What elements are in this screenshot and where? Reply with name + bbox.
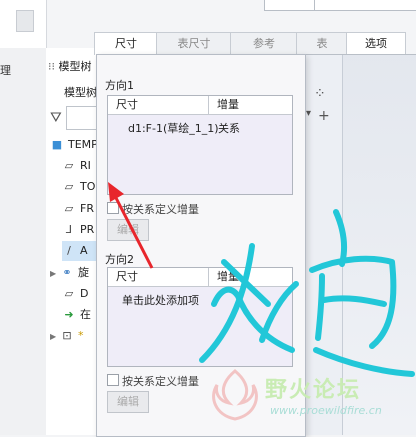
handwritten-annotation (199, 209, 415, 377)
annotation-overlay (108, 182, 415, 377)
red-arrow (108, 182, 154, 269)
